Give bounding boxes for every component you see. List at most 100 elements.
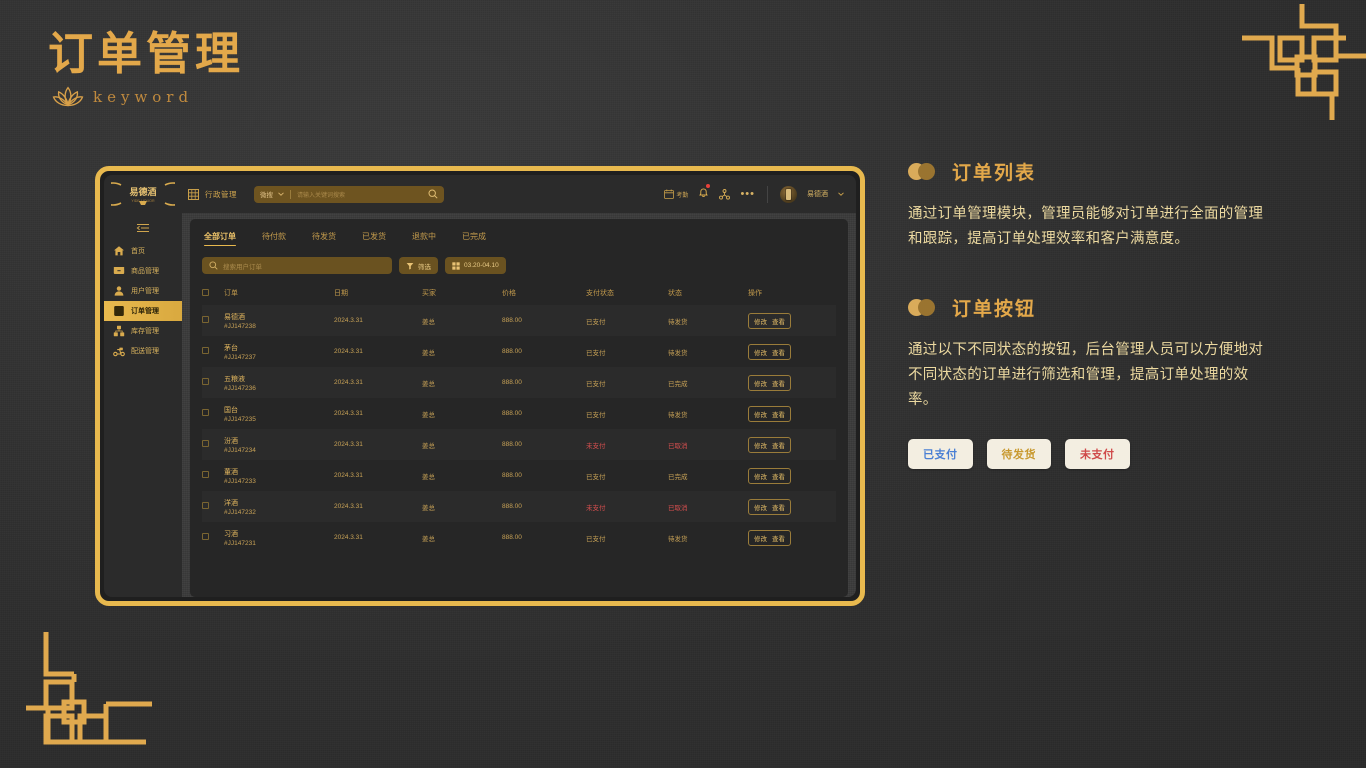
table-row[interactable]: 茅台 #JJ147237 2024.3.31 姜总 888.00 已支付 待发货 修改 查看 [202, 336, 836, 367]
checkbox-icon[interactable] [202, 440, 209, 447]
checkbox-icon[interactable] [202, 409, 209, 416]
sidebar-item-orders[interactable]: 订单管理 [104, 301, 182, 321]
table-row[interactable]: 习酒 #JJ147231 2024.3.31 姜总 888.00 已支付 待发货 修改 查看 [202, 522, 836, 553]
sidebar-item-products[interactable]: 商品管理 [104, 261, 182, 281]
edit-button[interactable]: 修改 [754, 471, 767, 481]
row-price-cell: 888.00 [502, 348, 522, 355]
view-button[interactable]: 查看 [772, 440, 785, 450]
row-status-cell: 待发货 [668, 535, 688, 543]
row-checkbox-cell[interactable] [202, 429, 224, 460]
order-search-input[interactable]: 搜索用户订单 [223, 261, 262, 271]
search-icon[interactable] [428, 189, 438, 199]
view-button[interactable]: 查看 [772, 533, 785, 543]
tab-completed[interactable]: 已完成 [462, 231, 486, 246]
row-actions-cell: 修改 查看 [748, 522, 836, 553]
status-button-paid[interactable]: 已支付 [908, 438, 973, 469]
row-action-group[interactable]: 修改 查看 [748, 529, 791, 546]
edit-button[interactable]: 修改 [754, 533, 767, 543]
row-status-cell: 已取消 [668, 504, 688, 512]
view-button[interactable]: 查看 [772, 502, 785, 512]
status-button-pending[interactable]: 待发货 [986, 438, 1051, 469]
sidebar-collapse-button[interactable] [104, 219, 182, 241]
tab-pending-shipment[interactable]: 待发货 [312, 231, 336, 246]
table-row[interactable]: 国台 #JJ147235 2024.3.31 姜总 888.00 已支付 待发货 修改 查看 [202, 398, 836, 429]
chevron-down-icon[interactable] [838, 192, 844, 196]
sidebar-item-users[interactable]: 用户管理 [104, 281, 182, 301]
row-date-cell: 2024.3.31 [334, 441, 363, 448]
order-search-box[interactable]: 搜索用户订单 [202, 257, 392, 274]
sidebar-item-inventory[interactable]: 库存管理 [104, 321, 182, 341]
row-checkbox-cell[interactable] [202, 491, 224, 522]
row-action-group[interactable]: 修改 查看 [748, 374, 791, 391]
notifications-button[interactable] [698, 183, 712, 203]
checkbox-icon[interactable] [202, 471, 209, 478]
module-switcher[interactable]: 行政管理 [188, 188, 237, 200]
tab-refunding[interactable]: 退款中 [412, 231, 436, 246]
more-options-icon[interactable]: ••• [740, 189, 755, 200]
edit-button[interactable]: 修改 [754, 502, 767, 512]
topbar-divider [767, 185, 768, 203]
table-row[interactable]: 易德酒 #JJ147238 2024.3.31 姜总 888.00 已支付 待发货 修改 查看 [202, 305, 836, 336]
tab-all-orders[interactable]: 全部订单 [204, 231, 236, 246]
checkbox-icon[interactable] [202, 316, 209, 323]
global-search[interactable]: 微搜 请输入关键词搜索 [254, 185, 444, 203]
app-logo[interactable]: 易德酒 YIDE LIQUOR [104, 175, 182, 213]
view-button[interactable]: 查看 [772, 471, 785, 481]
edit-button[interactable]: 修改 [754, 440, 767, 450]
row-order-cell: 董酒 #JJ147233 [224, 460, 334, 491]
checkbox-icon[interactable] [202, 288, 209, 296]
orders-table-head: 订单 日期 买家 价格 支付状态 状态 操作 [202, 284, 836, 305]
row-checkbox-cell[interactable] [202, 522, 224, 553]
row-checkbox-cell[interactable] [202, 305, 224, 336]
table-row[interactable]: 汾酒 #JJ147234 2024.3.31 姜总 888.00 未支付 已取消 修改 查看 [202, 429, 836, 460]
row-checkbox-cell[interactable] [202, 460, 224, 491]
row-checkbox-cell[interactable] [202, 367, 224, 398]
tab-shipped[interactable]: 已发货 [362, 231, 386, 246]
checkbox-icon[interactable] [202, 378, 209, 385]
sidebar-item-home[interactable]: 首页 [104, 241, 182, 261]
global-search-input[interactable]: 请输入关键词搜索 [297, 190, 428, 199]
table-row[interactable]: 洋酒 #JJ147232 2024.3.31 姜总 888.00 未支付 已取消 修改 查看 [202, 491, 836, 522]
filter-button[interactable]: 筛选 [399, 257, 438, 274]
row-checkbox-cell[interactable] [202, 398, 224, 429]
edit-button[interactable]: 修改 [754, 316, 767, 326]
table-row[interactable]: 五粮液 #JJ147236 2024.3.31 姜总 888.00 已支付 已完成 修改 查看 [202, 367, 836, 398]
date-range-label: 03.20-04.10 [464, 262, 499, 269]
row-action-group[interactable]: 修改 查看 [748, 343, 791, 360]
checkbox-icon[interactable] [202, 502, 209, 509]
attendance-button[interactable]: 考勤 [664, 189, 688, 199]
tab-pending-payment[interactable]: 待付款 [262, 231, 286, 246]
chevron-down-icon[interactable] [278, 192, 284, 196]
row-action-group[interactable]: 修改 查看 [748, 467, 791, 484]
row-action-group[interactable]: 修改 查看 [748, 498, 791, 515]
menu-collapse-icon [136, 223, 149, 233]
date-range-button[interactable]: 03.20-04.10 [445, 257, 506, 274]
row-status-cell: 待发货 [668, 349, 688, 357]
select-all-header[interactable] [202, 284, 224, 305]
edit-button[interactable]: 修改 [754, 378, 767, 388]
table-row[interactable]: 董酒 #JJ147233 2024.3.31 姜总 888.00 已支付 已完成 修改 查看 [202, 460, 836, 491]
view-button[interactable]: 查看 [772, 347, 785, 357]
row-action-group[interactable]: 修改 查看 [748, 436, 791, 453]
svg-text:易德酒: 易德酒 [129, 186, 156, 198]
page-title-block: 订单管理 keyword [48, 28, 244, 110]
avatar[interactable] [780, 185, 797, 203]
view-button[interactable]: 查看 [772, 409, 785, 419]
view-button[interactable]: 查看 [772, 316, 785, 326]
row-action-group[interactable]: 修改 查看 [748, 312, 791, 329]
status-button-unpaid[interactable]: 未支付 [1065, 438, 1130, 469]
row-action-group[interactable]: 修改 查看 [748, 405, 791, 422]
two-circles-icon [908, 298, 942, 316]
share-nodes-icon[interactable] [719, 188, 731, 200]
home-icon [114, 246, 124, 256]
row-pay-status-cell: 已支付 [586, 411, 606, 419]
row-checkbox-cell[interactable] [202, 336, 224, 367]
edit-button[interactable]: 修改 [754, 347, 767, 357]
row-buyer-cell: 姜总 [422, 504, 435, 512]
two-circles-icon [908, 163, 942, 180]
checkbox-icon[interactable] [202, 347, 209, 354]
checkbox-icon[interactable] [202, 533, 209, 540]
sidebar-item-delivery[interactable]: 配送管理 [104, 341, 182, 361]
edit-button[interactable]: 修改 [754, 409, 767, 419]
view-button[interactable]: 查看 [772, 378, 785, 388]
